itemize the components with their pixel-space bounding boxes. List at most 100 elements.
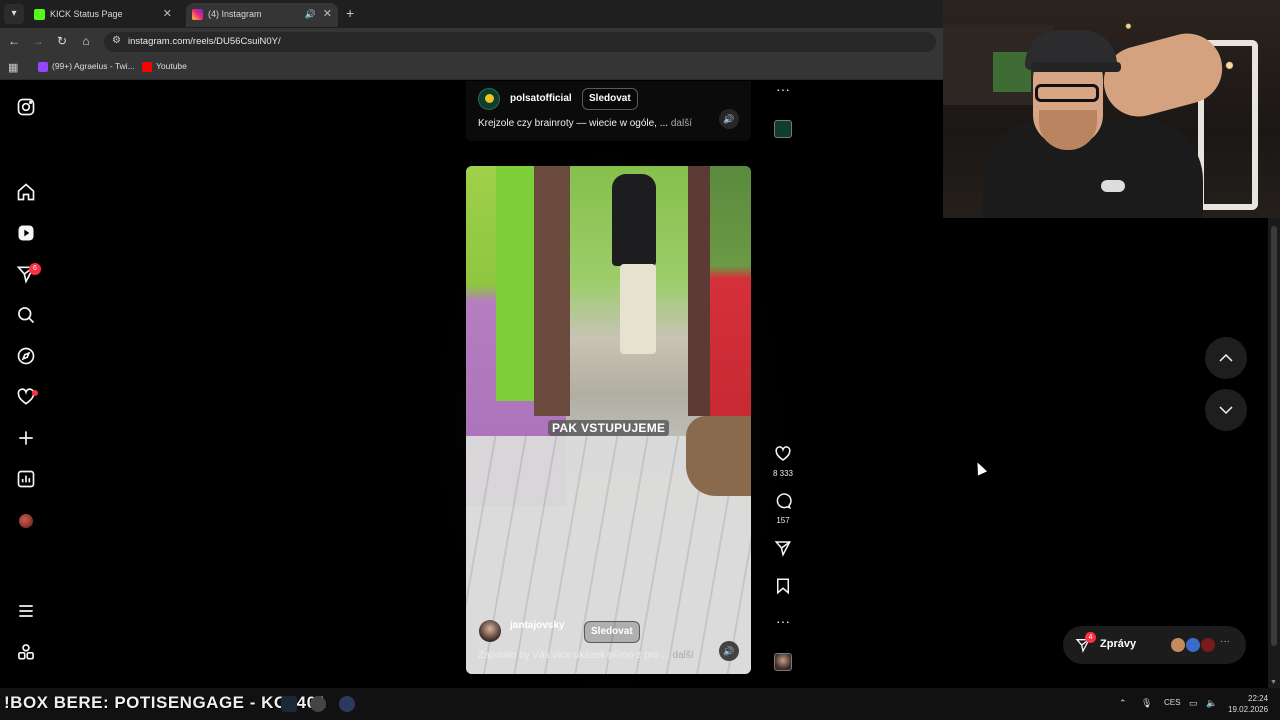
bookmarks-bar: ▦ (99+) Agraelus - Twi... Youtube <box>0 56 943 80</box>
forward-icon[interactable]: → <box>30 34 46 48</box>
webcam-frame <box>1101 180 1125 192</box>
username[interactable]: polsatofficial <box>510 93 572 104</box>
previous-reel-button[interactable] <box>1205 337 1247 379</box>
video-frame <box>710 166 751 416</box>
volume-icon[interactable]: 🔈 <box>1206 698 1217 709</box>
author-avatar[interactable] <box>479 620 501 642</box>
tab-instagram[interactable]: (4) Instagram 🔊 ✕ <box>186 3 338 27</box>
follow-button[interactable]: Sledovat <box>584 621 640 643</box>
share-button[interactable] <box>771 539 795 562</box>
polsat-avatar[interactable] <box>478 88 500 110</box>
browser-toolbar: ← → ↻ ⌂ ⚙ instagram.com/reels/DU56CsuiN0… <box>0 28 943 56</box>
sound-toggle-icon[interactable]: 🔊 <box>719 109 739 129</box>
more-options-icon[interactable]: ··· <box>776 81 790 97</box>
create-plus-icon[interactable] <box>16 428 36 448</box>
video-frame <box>612 174 656 266</box>
bookmark-twitch[interactable]: (99+) Agraelus - Twi... <box>38 61 135 72</box>
like-count: 8 333 <box>772 469 794 478</box>
close-tab-icon[interactable]: ✕ <box>323 3 332 25</box>
sound-toggle-icon[interactable]: 🔊 <box>719 641 739 661</box>
twitch-icon <box>38 62 48 72</box>
streamer-webcam <box>943 0 1280 218</box>
share-icon <box>774 541 791 557</box>
stream-ticker: !BOX BERE: POTISENGAGE - KC1401 <box>4 693 327 712</box>
apps-grid-icon[interactable]: ▦ <box>8 61 18 74</box>
browser-tab-bar: ▾ KICK Status Page ✕ (4) Instagram 🔊 ✕ + <box>0 0 943 28</box>
tab-title: KICK Status Page <box>50 9 123 19</box>
messages-pill[interactable]: 4 Zprávy ··· <box>1063 626 1246 664</box>
microphone-icon[interactable]: 🎙 <box>1141 698 1152 709</box>
home-icon[interactable]: ⌂ <box>78 34 94 48</box>
more-link[interactable]: další <box>673 650 694 661</box>
home-icon[interactable] <box>16 182 36 202</box>
app-icon[interactable] <box>310 696 326 712</box>
chat-avatar <box>1185 637 1201 653</box>
reels-icon[interactable] <box>16 223 36 243</box>
system-clock[interactable]: 22:24 19.02.2026 <box>1228 693 1268 715</box>
scroll-down-icon[interactable]: ▼ <box>1270 679 1277 686</box>
tab-title: (4) Instagram <box>208 9 262 19</box>
new-tab-button[interactable]: + <box>346 5 354 21</box>
notification-dot <box>32 390 38 396</box>
scrollbar-thumb[interactable] <box>1271 226 1277 646</box>
webcam-frame <box>1031 62 1121 72</box>
site-info-icon[interactable]: ⚙ <box>112 35 121 46</box>
bookmark-label: Youtube <box>156 61 187 71</box>
speaker-icon[interactable]: 🔊 <box>305 3 316 25</box>
comment-count: 157 <box>776 516 790 525</box>
dashboard-icon[interactable] <box>16 469 36 489</box>
page-scrollbar[interactable]: ▼ <box>1268 218 1280 688</box>
clock-time: 22:24 <box>1248 694 1269 703</box>
comment-button[interactable]: 157 <box>771 492 795 525</box>
more-icon: ··· <box>1220 636 1230 647</box>
video-frame <box>534 166 570 416</box>
instagram-logo-icon[interactable] <box>16 97 36 117</box>
video-subtitle: PAK VSTUPUJEME <box>548 420 670 436</box>
tab-search-button[interactable]: ▾ <box>4 4 24 24</box>
more-menu-icon[interactable] <box>16 601 36 621</box>
webcam-frame <box>1035 84 1099 102</box>
next-reel-button[interactable] <box>1205 389 1247 431</box>
bookmark-youtube[interactable]: Youtube <box>142 61 187 72</box>
steam-icon[interactable] <box>281 696 297 712</box>
network-icon[interactable]: ▭ <box>1189 698 1198 709</box>
profile-avatar[interactable] <box>19 514 33 528</box>
language-indicator[interactable]: CES <box>1164 698 1180 707</box>
address-bar[interactable]: ⚙ instagram.com/reels/DU56CsuiN0Y/ <box>104 32 936 52</box>
caption: Zajímalo by Vás více ukázek přímo z pro … <box>478 650 694 661</box>
back-icon[interactable]: ← <box>6 34 22 48</box>
bookmark-label: (99+) Agraelus - Twi... <box>52 61 135 71</box>
mouse-cursor <box>972 460 988 476</box>
also-from-meta-icon[interactable] <box>16 642 36 662</box>
caption: Krejzole czy brainroty — wiecie w ogóle,… <box>478 118 692 129</box>
youtube-icon <box>142 62 152 72</box>
video-frame <box>686 416 751 496</box>
close-tab-icon[interactable]: ✕ <box>163 3 172 25</box>
messages-badge: 4 <box>1085 632 1096 643</box>
more-options-icon[interactable]: ··· <box>771 613 795 629</box>
clock-date: 19.02.2026 <box>1228 705 1269 714</box>
messages-badge: 6 <box>29 263 41 275</box>
audio-thumbnail[interactable] <box>774 653 792 671</box>
chat-avatar <box>1200 637 1216 653</box>
caption-text: Krejzole czy brainroty — wiecie w ogóle,… <box>478 118 669 129</box>
bookmark-icon <box>777 578 789 595</box>
search-icon[interactable] <box>16 305 36 325</box>
comment-icon <box>776 493 792 509</box>
app-icon[interactable] <box>339 696 355 712</box>
video-frame <box>620 264 656 354</box>
more-link[interactable]: další <box>671 118 692 129</box>
explore-icon[interactable] <box>16 346 36 366</box>
follow-button[interactable]: Sledovat <box>582 88 638 110</box>
username[interactable]: jantajovsky <box>510 620 564 631</box>
save-button[interactable] <box>771 577 795 600</box>
chevron-down-icon <box>1219 406 1233 415</box>
instagram-sidebar: 6 <box>0 81 56 688</box>
reel-video[interactable]: PAK VSTUPUJEME jantajovsky Sledovat Zají… <box>466 166 751 674</box>
tab-kick-status[interactable]: KICK Status Page ✕ <box>28 3 178 27</box>
caption-text: Zajímalo by Vás více ukázek přímo z pro … <box>478 650 670 661</box>
show-hidden-icons[interactable]: ⌃ <box>1119 698 1127 709</box>
audio-thumbnail[interactable] <box>774 120 792 138</box>
like-button[interactable]: 8 333 <box>771 445 795 478</box>
reload-icon[interactable]: ↻ <box>54 34 70 48</box>
